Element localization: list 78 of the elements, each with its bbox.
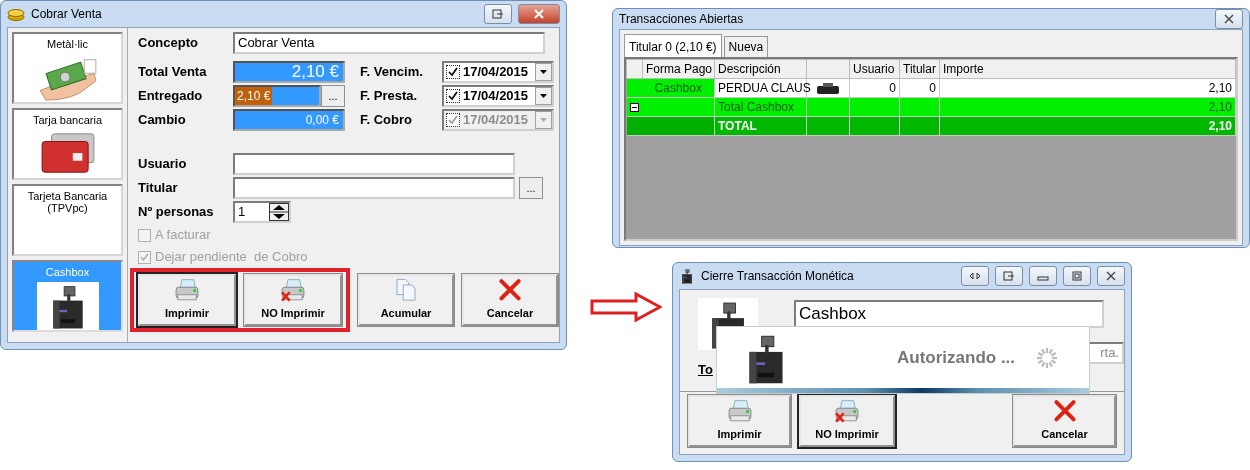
window-title: Cierre Transacción Monética bbox=[701, 268, 855, 285]
coins-icon bbox=[7, 7, 25, 21]
kiosk-icon bbox=[36, 282, 99, 330]
check-icon bbox=[448, 67, 458, 77]
method-field[interactable]: Cashbox bbox=[794, 300, 1104, 328]
window-title: Transacciones Abiertas bbox=[619, 11, 745, 28]
field-label: F. Cobro bbox=[360, 111, 413, 130]
close-button[interactable] bbox=[1097, 266, 1125, 286]
column-header[interactable]: Importe bbox=[939, 59, 1236, 79]
close-button[interactable] bbox=[1215, 9, 1243, 29]
arrow-icon bbox=[590, 292, 662, 322]
amount-field: 0,00 € bbox=[233, 109, 345, 131]
picker-button[interactable]: ... bbox=[519, 177, 543, 199]
field-label: Cambio bbox=[138, 111, 187, 130]
people-spinner[interactable]: 1 bbox=[233, 201, 291, 223]
field-label: Total Venta bbox=[138, 63, 208, 82]
checkbox-option: Dejar pendiente de Cobro bbox=[138, 247, 308, 267]
user-field[interactable] bbox=[233, 153, 515, 175]
column-header[interactable]: Usuario bbox=[849, 59, 900, 79]
cancel-button[interactable]: Cancelar bbox=[462, 274, 558, 326]
column-header[interactable]: Titular bbox=[899, 59, 940, 79]
dropdown-arrow-icon bbox=[540, 70, 547, 74]
no-print-button[interactable]: NO Imprimir bbox=[799, 395, 895, 447]
restore-icon bbox=[1003, 271, 1015, 281]
concept-field[interactable]: Cobrar Venta bbox=[233, 32, 545, 54]
field-label: Usuario bbox=[138, 155, 188, 174]
payment-tile[interactable]: Metàl·lic bbox=[12, 32, 123, 104]
cancel-button[interactable]: Cancelar bbox=[1013, 395, 1116, 447]
check-icon bbox=[448, 91, 458, 101]
no-print-button[interactable]: NO Imprimir bbox=[244, 274, 342, 326]
restore-button[interactable] bbox=[995, 266, 1023, 286]
field-label: F. Vencim. bbox=[360, 63, 424, 82]
collapse-icon[interactable] bbox=[629, 102, 639, 112]
print-button[interactable]: Imprimir bbox=[688, 395, 791, 447]
tab[interactable]: Titular 0 (2,10 €) bbox=[624, 34, 722, 57]
payment-tile[interactable]: Tarja bancaria bbox=[12, 108, 123, 180]
checkbox-icon bbox=[138, 250, 151, 264]
close-icon bbox=[1105, 271, 1117, 281]
tab[interactable]: Nueva bbox=[723, 36, 769, 57]
checkbox-option: A facturar bbox=[138, 225, 211, 245]
amount-field: 2,10 € bbox=[233, 61, 345, 83]
picker-button[interactable]: ... bbox=[321, 85, 345, 107]
dropdown-arrow-icon bbox=[540, 118, 547, 122]
spinner-arrows-icon bbox=[269, 203, 289, 221]
maximize-button[interactable] bbox=[1063, 266, 1091, 286]
amount-field[interactable]: 2,10 € bbox=[233, 85, 321, 107]
close-icon bbox=[1223, 14, 1235, 24]
field-label: Nº personas bbox=[138, 203, 215, 222]
date-picker: 17/04/2015 bbox=[442, 109, 554, 131]
kiosk-icon bbox=[679, 268, 695, 284]
printer-icon bbox=[816, 82, 840, 95]
checkbox-icon bbox=[138, 228, 151, 242]
date-picker[interactable]: 17/04/2015 bbox=[442, 61, 554, 83]
field-label: Entregado bbox=[138, 87, 204, 106]
holder-field[interactable] bbox=[233, 177, 515, 199]
print-button[interactable]: Imprimir bbox=[138, 274, 236, 326]
resize-icon bbox=[969, 271, 981, 281]
payment-tile[interactable]: Tarjeta Bancaria (TPVpc) bbox=[12, 184, 123, 256]
check-icon bbox=[448, 115, 458, 125]
close-icon bbox=[533, 9, 545, 19]
accumulate-button[interactable]: Acumular bbox=[358, 274, 454, 326]
spinner-icon bbox=[1035, 346, 1059, 370]
minimize-button[interactable] bbox=[1029, 266, 1057, 286]
field-label: Titular bbox=[138, 179, 179, 198]
date-picker[interactable]: 17/04/2015 bbox=[442, 85, 554, 107]
restore-button[interactable] bbox=[484, 4, 512, 24]
window-title: Cobrar Venta bbox=[31, 6, 103, 23]
column-header[interactable]: Descripción bbox=[714, 59, 807, 79]
maximize-icon bbox=[1071, 271, 1083, 281]
field-label: To bbox=[698, 361, 714, 379]
toolbar-button[interactable] bbox=[961, 266, 989, 286]
close-button[interactable] bbox=[518, 4, 560, 24]
dropdown-arrow-icon bbox=[540, 94, 547, 98]
column-header[interactable]: Forma Pago bbox=[642, 59, 715, 79]
field-label: Concepto bbox=[138, 34, 199, 53]
restore-icon bbox=[492, 9, 504, 19]
field-label: F. Presta. bbox=[360, 87, 419, 106]
status-message: Autorizando ... bbox=[897, 347, 1016, 370]
